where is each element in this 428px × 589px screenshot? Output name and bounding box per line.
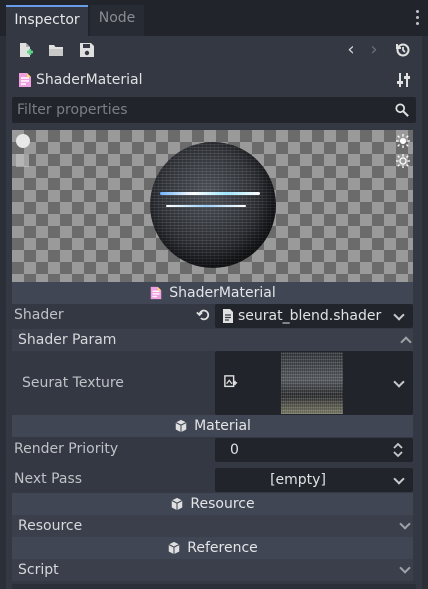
search-icon [395, 103, 409, 117]
material-section-label: Material [194, 418, 251, 434]
dock-menu-icon[interactable] [414, 10, 420, 26]
filter-placeholder: Filter properties [17, 102, 128, 118]
shader-file-icon [222, 309, 234, 323]
light-1-icon[interactable] [396, 134, 410, 148]
material-section-header[interactable]: Material [12, 415, 413, 437]
script-group-label: Script [18, 562, 59, 578]
history-back-icon[interactable]: ‹ [342, 41, 360, 59]
spin-arrows-icon[interactable] [393, 442, 403, 458]
save-icon[interactable] [78, 41, 96, 59]
render-priority-spinbox[interactable] [215, 438, 413, 462]
sphere-preview-icon[interactable] [16, 134, 30, 148]
tools-icon[interactable] [395, 71, 413, 89]
resource-group-label: Resource [18, 518, 83, 534]
history-forward-icon[interactable]: › [365, 41, 383, 59]
next-pass-label: Next Pass [14, 471, 83, 487]
shader-value: seurat_blend.shader [238, 308, 382, 324]
texture-type-icon [224, 375, 238, 389]
shadermaterial-icon [16, 71, 34, 89]
next-pass-value: [empty] [270, 472, 326, 488]
resource-section-header[interactable]: Resource [12, 493, 413, 515]
cube-icon [174, 419, 188, 433]
render-priority-label: Render Priority [14, 441, 119, 457]
tab-inspector[interactable]: Inspector [6, 5, 88, 36]
resource-title: ShaderMaterial [36, 72, 143, 88]
cube-preview-icon[interactable] [16, 154, 29, 167]
render-priority-value: 0 [230, 442, 239, 458]
shadermaterial-icon [149, 286, 163, 300]
seurat-texture-label: Seurat Texture [22, 375, 124, 391]
preview-resource-header: ShaderMaterial [12, 282, 413, 304]
reference-section-header[interactable]: Reference [12, 537, 413, 559]
sphere-highlight [166, 205, 246, 207]
script-group[interactable] [12, 559, 413, 581]
reference-section-label: Reference [187, 540, 258, 556]
cube-icon [167, 541, 181, 555]
shader-param-label: Shader Param [18, 332, 117, 348]
sphere-highlight [160, 192, 260, 195]
open-folder-icon[interactable] [47, 41, 65, 59]
cube-icon [170, 497, 184, 511]
tab-node[interactable]: Node [90, 5, 144, 36]
object-history-icon[interactable] [394, 41, 412, 59]
revert-icon[interactable] [196, 308, 210, 322]
shader-label: Shader [14, 307, 64, 323]
preview-resource-label: ShaderMaterial [169, 285, 276, 301]
light-2-icon[interactable] [396, 154, 410, 168]
seurat-texture-thumbnail[interactable] [281, 352, 343, 414]
new-resource-icon[interactable] [16, 41, 34, 59]
panel-bottom-edge [12, 584, 416, 589]
resource-section-label: Resource [190, 496, 255, 512]
